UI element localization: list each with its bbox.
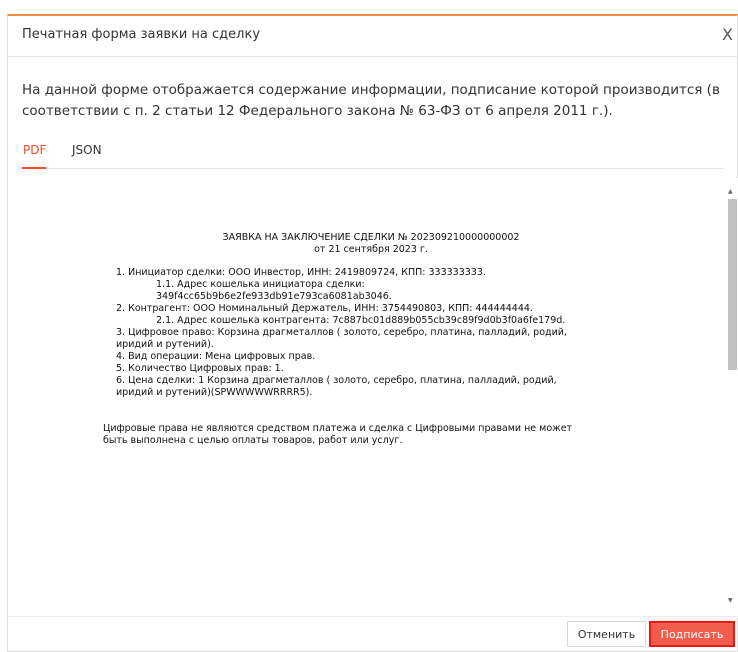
sign-button[interactable]: Подписать: [649, 621, 735, 647]
doc-line: 3. Цифровое право: Корзина драгметаллов …: [116, 327, 567, 338]
close-icon[interactable]: X: [722, 25, 733, 44]
tab-pdf[interactable]: PDF: [23, 143, 46, 157]
disclaimer-line-1: Цифровые права не являются средством пла…: [103, 423, 573, 434]
document-title: ЗАЯВКА НА ЗАКЛЮЧЕНИЕ СДЕЛКИ № 2023092100…: [222, 232, 520, 243]
modal-title: Печатная форма заявки на сделку: [22, 27, 261, 42]
cancel-button[interactable]: Отменить: [567, 621, 646, 647]
doc-line: 2.1. Адрес кошелька контрагента: 7c887bc…: [156, 315, 566, 326]
doc-line: 5. Количество Цифровых прав: 1.: [116, 363, 284, 374]
sign-request-modal: Печатная форма заявки на сделку X На дан…: [7, 14, 738, 652]
doc-line: 349f4cc65b9b6e2fe933db91e793ca6081ab3046…: [156, 291, 392, 302]
doc-line: 1.1. Адрес кошелька инициатора сделки:: [156, 279, 365, 290]
document-date: от 21 сентября 2023 г.: [314, 244, 428, 255]
doc-line: 4. Вид операции: Мена цифровых прав.: [116, 351, 316, 362]
tab-json[interactable]: JSON: [72, 143, 102, 157]
pdf-document: ЗАЯВКА НА ЗАКЛЮЧЕНИЕ СДЕЛКИ № 2023092100…: [21, 178, 721, 618]
doc-line: иридий и рутений).: [116, 339, 214, 350]
pdf-viewer[interactable]: ЗАЯВКА НА ЗАКЛЮЧЕНИЕ СДЕЛКИ № 2023092100…: [21, 178, 738, 618]
scrollbar[interactable]: ▲ ▼: [726, 178, 738, 618]
tab-bar: PDF JSON: [22, 140, 723, 169]
doc-line: иридий и рутений)(SPWWWWWRRRR5).: [116, 387, 313, 398]
modal-header: Печатная форма заявки на сделку X: [8, 16, 737, 57]
intro-line-1: На данной форме отображается содержание …: [22, 82, 720, 98]
scroll-up-icon[interactable]: ▲: [728, 188, 733, 195]
scroll-down-icon[interactable]: ▼: [728, 597, 733, 604]
active-tab-indicator: [22, 167, 46, 169]
intro-text: На данной форме отображается содержание …: [22, 80, 722, 122]
scroll-thumb[interactable]: [728, 199, 737, 370]
modal-footer: Отменить Подписать: [8, 616, 737, 651]
intro-line-2: соответствии с п. 2 статьи 12 Федерально…: [22, 103, 613, 119]
doc-line: 2. Контрагент: ООО Номинальный Держатель…: [116, 303, 533, 314]
doc-line: 6. Цена сделки: 1 Корзина драгметаллов (…: [116, 375, 557, 386]
doc-line: 1. Инициатор сделки: ООО Инвестор, ИНН: …: [116, 267, 486, 278]
disclaimer-line-2: быть выполнена с целью оплаты товаров, р…: [103, 435, 403, 446]
